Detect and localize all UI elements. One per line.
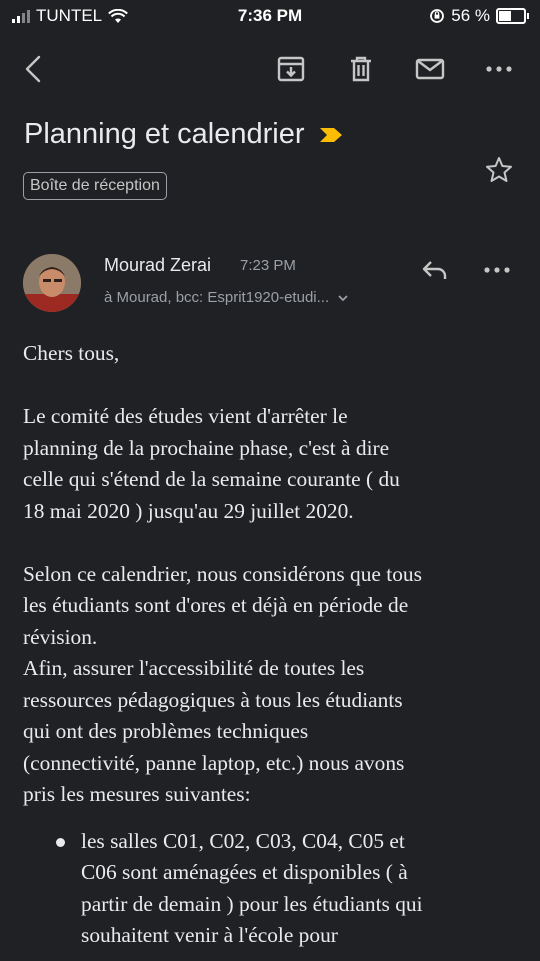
message-toolbar (0, 40, 540, 98)
email-subject: Planning et calendrier (24, 118, 343, 151)
star-icon (486, 157, 512, 182)
archive-button[interactable] (274, 52, 308, 86)
inbox-label-chip[interactable]: Boîte de réception (23, 172, 167, 200)
back-icon (25, 55, 41, 83)
battery-icon (496, 8, 529, 24)
important-marker-icon[interactable] (319, 127, 343, 143)
battery-percent: 56 % (451, 6, 490, 25)
paragraph-1: Le comité des études vient d'arrêter le … (23, 401, 523, 527)
mark-unread-button[interactable] (413, 52, 447, 86)
body-line: partir de demain ) pour les étudiants qu… (81, 891, 423, 916)
body-line: qui ont des problèmes techniques (23, 719, 309, 743)
more-icon (486, 66, 512, 72)
recipients-text: à Mourad, bcc: Esprit1920-etudi... (104, 289, 330, 306)
sent-time: 7:23 PM (240, 257, 296, 274)
email-body: Chers tous, Le comité des études vient d… (23, 338, 523, 952)
sender-avatar[interactable] (23, 254, 81, 312)
recipients-details[interactable]: à Mourad, bcc: Esprit1920-etudi... (104, 289, 349, 306)
reply-icon (422, 261, 447, 279)
body-line: planning de la prochaine phase, c'est à … (23, 435, 390, 460)
bullet-dot (56, 837, 65, 847)
body-line: celle qui s'étend de la semaine courante… (23, 467, 400, 491)
star-button[interactable] (484, 155, 514, 190)
delete-icon (351, 56, 371, 82)
body-line: C06 sont aménagées et disponibles ( à (81, 860, 408, 884)
sender-header: Mourad Zerai 7:23 PM à Mourad, bcc: Espr… (0, 245, 540, 325)
more-icon (484, 267, 510, 273)
back-button[interactable] (16, 52, 50, 86)
body-line: souhaitent venir à l'école pour (81, 923, 338, 947)
mail-icon (415, 58, 445, 80)
delete-button[interactable] (344, 52, 378, 86)
status-bar: TUNTEL 7:36 PM 56 % (0, 0, 540, 32)
more-options-button[interactable] (482, 52, 516, 86)
paragraph-2: Selon ce calendrier, nous considérons qu… (23, 559, 523, 811)
body-line: révision. (23, 624, 98, 649)
body-line: (connectivité, panne laptop, etc.) nous … (23, 750, 405, 775)
bullet-item: les salles C01, C02, C03, C04, C05 et C0… (23, 826, 523, 952)
message-more-button[interactable] (483, 257, 511, 288)
chevron-down-icon (338, 295, 348, 302)
greeting: Chers tous, (23, 341, 120, 365)
body-line: les étudiants sont d'ores et déjà en pér… (23, 593, 409, 617)
reply-button[interactable] (420, 257, 450, 288)
avatar-photo (23, 254, 81, 312)
archive-icon (277, 56, 305, 82)
sender-name: Mourad Zerai (104, 255, 212, 275)
subject-text: Planning et calendrier (24, 118, 305, 150)
body-line: les salles C01, C02, C03, C04, C05 et (81, 828, 405, 853)
body-line: Le comité des études vient d'arrêter le (23, 404, 348, 428)
body-line: Selon ce calendrier, nous considérons qu… (23, 561, 422, 586)
body-line: pris les mesures suivantes: (23, 782, 251, 806)
body-line: Afin, assurer l'accessibilité de toutes … (23, 656, 365, 680)
orientation-lock-icon (430, 9, 445, 23)
body-line: 18 mai 2020 ) jusqu'au 29 juillet 2020. (23, 498, 354, 523)
body-line: ressources pédagogiques à tous les étudi… (23, 687, 403, 712)
